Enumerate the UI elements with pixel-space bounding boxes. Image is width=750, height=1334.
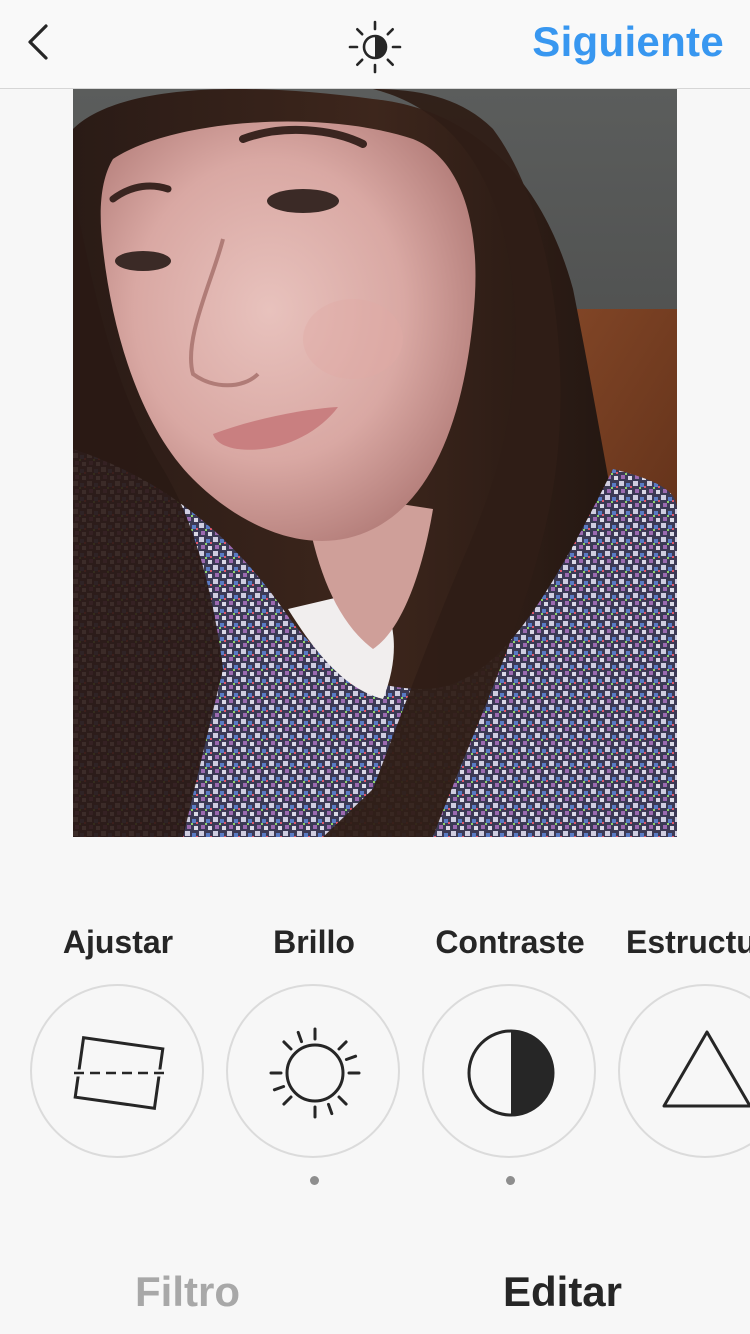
tool-adjust[interactable]: Ajustar bbox=[20, 900, 216, 1190]
tool-applied-dot bbox=[506, 1176, 515, 1185]
tab-edit[interactable]: Editar bbox=[375, 1268, 750, 1316]
selfie-photo bbox=[73, 89, 677, 837]
tool-contrast[interactable]: Contraste bbox=[412, 900, 608, 1190]
tool-circle bbox=[30, 984, 204, 1158]
tool-circle bbox=[618, 984, 750, 1158]
tab-filter[interactable]: Filtro bbox=[0, 1268, 375, 1316]
photo-preview bbox=[73, 89, 677, 837]
chevron-left-icon bbox=[28, 24, 48, 60]
structure-icon bbox=[662, 1030, 750, 1108]
bottom-tabs: Filtro Editar bbox=[0, 1240, 750, 1334]
tool-label: Contraste bbox=[435, 924, 585, 960]
tool-circle bbox=[422, 984, 596, 1158]
tool-structure[interactable]: Estructura bbox=[608, 900, 750, 1190]
contrast-icon bbox=[467, 1029, 555, 1117]
lux-brightness-icon bbox=[348, 20, 402, 74]
adjust-icon bbox=[73, 1036, 165, 1110]
lux-button[interactable] bbox=[346, 18, 404, 76]
tool-brightness[interactable]: Brillo bbox=[216, 900, 412, 1190]
next-button[interactable]: Siguiente bbox=[532, 18, 724, 66]
tool-applied-dot bbox=[310, 1176, 319, 1185]
tool-label: Estructura bbox=[625, 924, 750, 960]
tool-label: Brillo bbox=[273, 924, 355, 960]
tool-label: Ajustar bbox=[62, 924, 174, 960]
edit-screen: Siguiente Ajustar Brillo Contraste Estru… bbox=[0, 0, 750, 1334]
back-button[interactable] bbox=[14, 14, 70, 70]
tools-strip: Ajustar Brillo Contraste Estructu bbox=[0, 900, 750, 1200]
top-bar: Siguiente bbox=[0, 0, 750, 89]
tool-circle bbox=[226, 984, 400, 1158]
brightness-icon bbox=[269, 1027, 361, 1119]
